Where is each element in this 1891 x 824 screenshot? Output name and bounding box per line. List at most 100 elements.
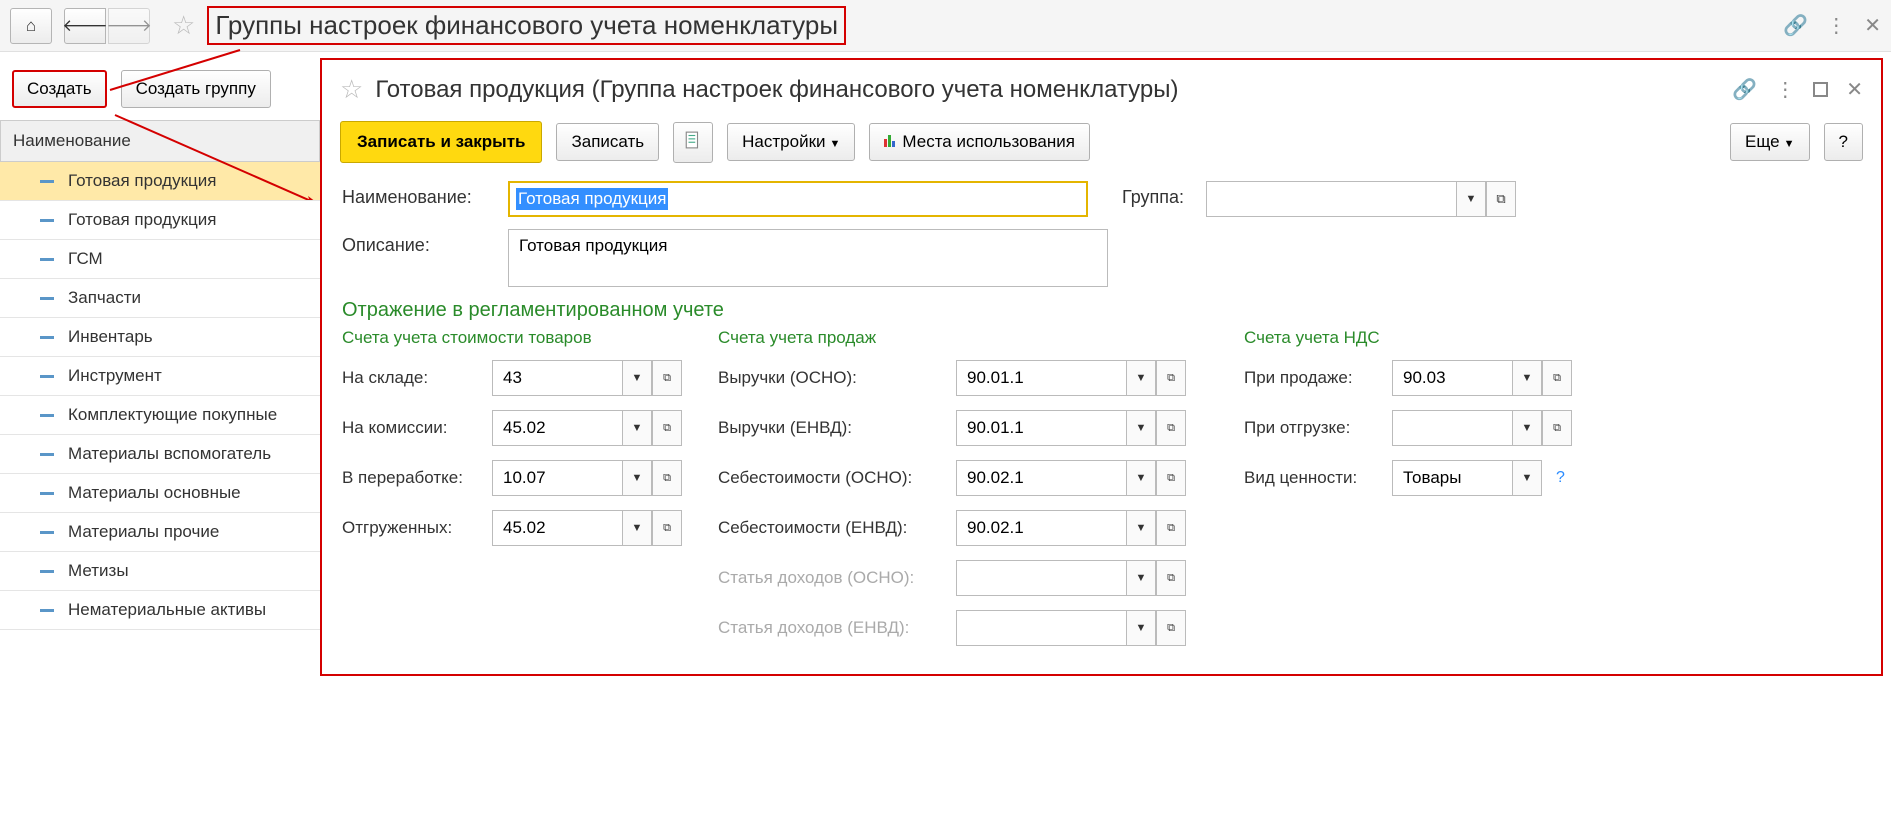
item-icon	[40, 180, 54, 183]
list-item[interactable]: Материалы вспомогатель	[0, 435, 320, 474]
popout-button[interactable]: ⧉	[1542, 360, 1572, 396]
acct-input[interactable]	[956, 360, 1126, 396]
close-icon[interactable]: ✕	[1864, 13, 1881, 38]
link-icon[interactable]: 🔗	[1783, 13, 1808, 38]
dropdown-button[interactable]: ▼	[1512, 410, 1542, 446]
list-item[interactable]: Метизы	[0, 552, 320, 591]
settings-button[interactable]: Настройки▼	[727, 123, 855, 161]
list-item[interactable]: Нематериальные активы	[0, 591, 320, 630]
name-label: Наименование:	[342, 181, 494, 208]
acct-label: Отгруженных:	[342, 518, 484, 538]
list-item-label: Материалы основные	[68, 483, 241, 503]
dropdown-button[interactable]: ▼	[1512, 460, 1542, 496]
acct-input[interactable]	[956, 510, 1126, 546]
popout-button[interactable]: ⧉	[1156, 610, 1186, 646]
popout-button[interactable]: ⧉	[1542, 410, 1572, 446]
popout-button[interactable]: ⧉	[1156, 560, 1186, 596]
report-button[interactable]	[673, 122, 713, 163]
name-input[interactable]: Готовая продукция	[508, 181, 1088, 217]
dropdown-button[interactable]: ▼	[1126, 360, 1156, 396]
dropdown-button[interactable]: ▼	[1126, 510, 1156, 546]
acct-input[interactable]	[492, 360, 622, 396]
dropdown-button[interactable]: ▼	[1456, 181, 1486, 217]
acct-input[interactable]	[956, 460, 1126, 496]
list-item[interactable]: Комплектующие покупные	[0, 396, 320, 435]
item-icon	[40, 609, 54, 612]
list-header[interactable]: Наименование	[0, 120, 320, 162]
popout-button[interactable]: ⧉	[652, 410, 682, 446]
maximize-icon[interactable]	[1813, 82, 1828, 97]
list-item-label: Материалы прочие	[68, 522, 219, 542]
kebab-icon[interactable]: ⋮	[1826, 13, 1846, 38]
col1-title: Счета учета стоимости товаров	[342, 328, 682, 348]
acct-input[interactable]	[492, 410, 622, 446]
dropdown-button[interactable]: ▼	[622, 360, 652, 396]
acct-label: Выручки (ЕНВД):	[718, 418, 948, 438]
more-button[interactable]: Еще▼	[1730, 123, 1809, 161]
arrow-right-icon: 🡒	[106, 16, 152, 36]
dropdown-button[interactable]: ▼	[1126, 410, 1156, 446]
acct-input[interactable]	[1392, 460, 1512, 496]
popout-button[interactable]: ⧉	[652, 510, 682, 546]
kebab-icon[interactable]: ⋮	[1775, 77, 1795, 102]
list: Готовая продукция Готовая продукция ГСМ …	[0, 162, 320, 630]
acct-input[interactable]	[1392, 360, 1512, 396]
star-icon[interactable]: ☆	[172, 10, 195, 41]
dropdown-button[interactable]: ▼	[1512, 360, 1542, 396]
dropdown-button[interactable]: ▼	[622, 410, 652, 446]
command-bar: Записать и закрыть Записать Настройки▼ М…	[322, 111, 1881, 177]
save-button[interactable]: Записать	[556, 123, 659, 161]
acct-label: Выручки (ОСНО):	[718, 368, 948, 388]
usage-button[interactable]: Места использования	[869, 123, 1090, 161]
popout-button[interactable]: ⧉	[652, 360, 682, 396]
acct-label: Статья доходов (ОСНО):	[718, 568, 948, 588]
dropdown-button[interactable]: ▼	[1126, 460, 1156, 496]
item-icon	[40, 258, 54, 261]
home-button[interactable]: ⌂	[10, 8, 52, 44]
name-input-wrap: Готовая продукция	[508, 181, 1088, 217]
list-item[interactable]: ГСМ	[0, 240, 320, 279]
create-button[interactable]: Создать	[12, 70, 107, 108]
list-item[interactable]: Готовая продукция	[0, 201, 320, 240]
forward-button[interactable]: 🡒	[108, 8, 150, 44]
popout-button[interactable]: ⧉	[1156, 510, 1186, 546]
popout-button[interactable]: ⧉	[1486, 181, 1516, 217]
list-item[interactable]: Запчасти	[0, 279, 320, 318]
acct-input[interactable]	[1392, 410, 1512, 446]
acct-input[interactable]	[492, 510, 622, 546]
group-input[interactable]	[1206, 181, 1456, 217]
list-item[interactable]: Материалы прочие	[0, 513, 320, 552]
acct-input[interactable]	[956, 410, 1126, 446]
list-item-label: Запчасти	[68, 288, 141, 308]
list-item[interactable]: Инструмент	[0, 357, 320, 396]
list-item-label: Готовая продукция	[68, 210, 216, 230]
acct-label: Вид ценности:	[1244, 468, 1384, 488]
list-item-label: Комплектующие покупные	[68, 405, 277, 425]
acct-input[interactable]	[956, 610, 1126, 646]
dropdown-button[interactable]: ▼	[622, 460, 652, 496]
close-icon[interactable]: ✕	[1846, 77, 1863, 102]
popout-button[interactable]: ⧉	[1156, 410, 1186, 446]
acct-input[interactable]	[492, 460, 622, 496]
popout-button[interactable]: ⧉	[1156, 460, 1186, 496]
help-button[interactable]: ?	[1824, 123, 1863, 161]
link-icon[interactable]: 🔗	[1732, 77, 1757, 102]
popout-button[interactable]: ⧉	[652, 460, 682, 496]
back-button[interactable]: 🡐	[64, 8, 106, 44]
save-close-button[interactable]: Записать и закрыть	[340, 121, 542, 163]
item-icon	[40, 414, 54, 417]
item-icon	[40, 375, 54, 378]
desc-input[interactable]	[508, 229, 1108, 287]
acct-input[interactable]	[956, 560, 1126, 596]
create-group-button[interactable]: Создать группу	[121, 70, 271, 108]
dropdown-button[interactable]: ▼	[1126, 560, 1156, 596]
list-item[interactable]: Материалы основные	[0, 474, 320, 513]
list-item[interactable]: Готовая продукция	[0, 162, 320, 201]
popout-button[interactable]: ⧉	[1156, 360, 1186, 396]
chart-icon	[884, 133, 898, 147]
star-icon[interactable]: ☆	[340, 74, 363, 105]
dropdown-button[interactable]: ▼	[622, 510, 652, 546]
list-item[interactable]: Инвентарь	[0, 318, 320, 357]
help-icon[interactable]: ?	[1556, 469, 1565, 487]
dropdown-button[interactable]: ▼	[1126, 610, 1156, 646]
